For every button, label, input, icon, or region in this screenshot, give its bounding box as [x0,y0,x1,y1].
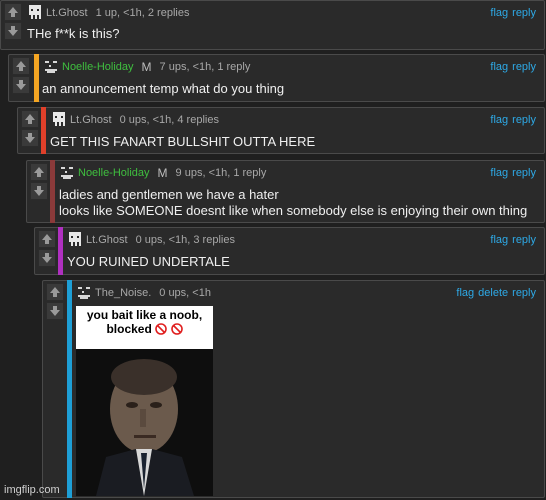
meme-caption-line: blocked [76,322,213,336]
arrow-up-icon [50,287,60,297]
upvote-button[interactable] [12,57,30,75]
flag-link[interactable]: flag [490,61,508,73]
thread-accent [34,54,39,102]
comment-header: Noelle-Holiday M 9 ups, <1h, 1 reply fla… [59,164,536,182]
username[interactable]: Lt.Ghost [86,234,128,246]
downvote-button[interactable] [46,302,64,320]
arrow-down-icon [8,26,18,36]
comment-header: The_Noise. 0 ups, <1h flag delete reply [76,284,536,302]
comment-meta: 0 ups, <1h [159,287,211,299]
reply-link[interactable]: reply [512,61,536,73]
arrow-up-icon [16,61,26,71]
watermark: imgflip.com [4,484,60,496]
vote-controls [45,283,65,320]
downvote-button[interactable] [30,182,48,200]
comment: Lt.Ghost 1 up, <1h, 2 replies flag reply … [0,0,545,50]
thread-accent [67,280,72,498]
vote-controls [37,230,57,267]
arrow-down-icon [25,133,35,143]
flag-link[interactable]: flag [490,114,508,126]
comment-meta: 9 ups, <1h, 1 reply [175,167,267,179]
pixel-skull-icon[interactable] [27,5,43,21]
meme-image[interactable]: you bait like a noob, blocked [76,306,213,496]
comment-meta: 7 ups, <1h, 1 reply [159,61,251,73]
downvote-button[interactable] [4,22,22,40]
comment-text: ladies and gentlemen we have a hater loo… [59,187,536,219]
downvote-button[interactable] [38,249,56,267]
comment-meta: 1 up, <1h, 2 replies [95,7,190,19]
no-entry-icon [170,323,183,335]
reply-link[interactable]: reply [512,167,536,179]
comment-header: Lt.Ghost 0 ups, <1h, 3 replies flag reply [67,231,536,249]
reply-link[interactable]: reply [512,287,536,299]
comment-meta: 0 ups, <1h, 4 replies [119,114,219,126]
reply-link[interactable]: reply [512,7,536,19]
upvote-button[interactable] [46,283,64,301]
thread-accent [41,107,46,154]
pixel-skull-icon[interactable] [67,232,83,248]
meme-caption: you bait like a noob, blocked [76,308,213,336]
username[interactable]: Noelle-Holiday [62,61,134,73]
comment-meta: 0 ups, <1h, 3 replies [135,234,235,246]
vote-controls [3,3,23,40]
upvote-button[interactable] [30,163,48,181]
upvote-button[interactable] [21,110,39,128]
reply-link[interactable]: reply [512,234,536,246]
pixel-skull-icon[interactable] [51,112,67,128]
pixel-skull-icon[interactable] [76,285,92,301]
comment-text: GET THIS FANART BULLSHIT OUTTA HERE [50,134,316,149]
vote-controls [20,110,40,147]
arrow-down-icon [42,253,52,263]
reply-link[interactable]: reply [512,114,536,126]
meme-caption-line: you bait like a noob, [86,308,203,322]
comment-header: Lt.Ghost 1 up, <1h, 2 replies flag reply [27,4,536,22]
flag-link[interactable]: flag [456,287,474,299]
flag-link[interactable]: flag [490,7,508,19]
meme-caption-word: blocked [106,322,152,336]
arrow-up-icon [42,234,52,244]
arrow-up-icon [25,114,35,124]
pixel-skull-icon[interactable] [59,165,75,181]
username[interactable]: Noelle-Holiday [78,167,150,179]
moderator-badge: M [141,60,152,74]
comment-text-line: looks like SOMEONE doesnt like when some… [59,203,528,218]
username[interactable]: The_Noise. [95,287,151,299]
comment-text: an announcement temp what do you thing [42,81,285,96]
arrow-up-icon [8,7,18,17]
arrow-down-icon [50,306,60,316]
moderator-badge: M [157,166,168,180]
arrow-up-icon [34,167,44,177]
vote-controls [29,163,49,200]
comment-header: Noelle-Holiday M 7 ups, <1h, 1 reply fla… [43,58,536,76]
comment: Lt.Ghost 0 ups, <1h, 3 replies flag reply… [34,227,545,275]
arrow-down-icon [34,186,44,196]
thread-accent [58,227,63,275]
comment-header: Lt.Ghost 0 ups, <1h, 4 replies flag reply [51,111,536,129]
comment-text: THe f**k is this? [27,26,120,41]
comment: Noelle-Holiday M 7 ups, <1h, 1 reply fla… [8,54,545,102]
flag-link[interactable]: flag [490,167,508,179]
pixel-skull-icon[interactable] [43,59,59,75]
thread-accent [50,160,55,223]
no-entry-icon [155,323,167,335]
comment-text-line: ladies and gentlemen we have a hater [59,187,279,202]
vote-controls [11,57,31,94]
upvote-button[interactable] [38,230,56,248]
upvote-button[interactable] [4,3,22,21]
username[interactable]: Lt.Ghost [46,7,88,19]
arrow-down-icon [16,80,26,90]
comment: Noelle-Holiday M 9 ups, <1h, 1 reply fla… [26,160,545,223]
username[interactable]: Lt.Ghost [70,114,112,126]
flag-link[interactable]: flag [490,234,508,246]
downvote-button[interactable] [21,129,39,147]
comment-text: YOU RUINED UNDERTALE [67,254,230,269]
delete-link[interactable]: delete [478,287,508,299]
man-in-suit-photo [76,349,213,496]
downvote-button[interactable] [12,76,30,94]
comment: Lt.Ghost 0 ups, <1h, 4 replies flag reply… [17,107,545,154]
